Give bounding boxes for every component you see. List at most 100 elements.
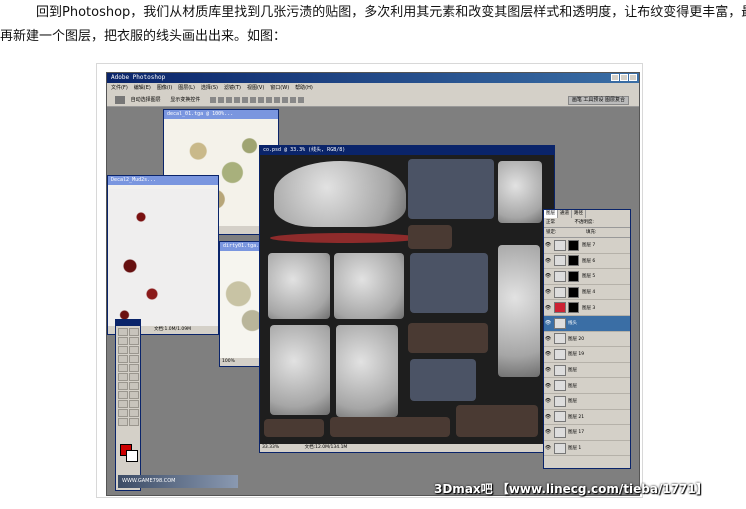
layers-tab[interactable]: 路径 <box>572 210 586 218</box>
align-icon[interactable] <box>233 96 240 103</box>
tool-icon[interactable] <box>129 328 139 336</box>
tool-icon[interactable] <box>129 373 139 381</box>
tool-icon[interactable] <box>129 409 139 417</box>
menu-item[interactable]: 图像(I) <box>157 83 172 93</box>
document-status-bar: 33.33% 文档:12.0M/134.1M <box>260 444 554 452</box>
distribute-icon[interactable] <box>273 96 280 103</box>
tool-icon[interactable] <box>118 364 128 372</box>
tool-icon[interactable] <box>129 418 139 426</box>
layer-mask-thumbnail[interactable] <box>568 239 579 251</box>
layer-row[interactable]: 👁 线头 <box>544 315 630 332</box>
align-icon[interactable] <box>217 96 224 103</box>
eye-icon[interactable]: 👁 <box>544 320 552 326</box>
layer-thumbnail <box>554 426 566 438</box>
layer-mask-thumbnail[interactable] <box>568 302 579 314</box>
tool-icon[interactable] <box>129 346 139 354</box>
layer-row[interactable]: 👁 图层 3 <box>544 300 630 316</box>
eye-icon[interactable]: 👁 <box>544 367 552 373</box>
minimize-button[interactable] <box>611 74 619 81</box>
article-line-1: 回到Photoshop，我们从材质库里找到几张污渍的贴图，多次利用其元素和改变其… <box>36 5 746 20</box>
tool-icon[interactable] <box>118 346 128 354</box>
tool-icon[interactable] <box>118 382 128 390</box>
background-color-swatch[interactable] <box>126 450 138 462</box>
sleeve-piece <box>498 245 540 377</box>
layer-row[interactable]: 👁 图层 <box>544 394 630 410</box>
eye-icon[interactable]: 👁 <box>544 289 552 295</box>
tool-icon[interactable] <box>118 328 128 336</box>
tool-icon[interactable] <box>129 391 139 399</box>
strap-piece <box>330 417 450 437</box>
tool-icon[interactable] <box>118 418 128 426</box>
distribute-icon[interactable] <box>281 96 288 103</box>
cloth-piece <box>498 161 542 223</box>
decal2-canvas[interactable] <box>108 185 218 329</box>
menu-item[interactable]: 文件(F) <box>111 83 128 93</box>
menu-item[interactable]: 窗口(W) <box>270 83 289 93</box>
tool-icon[interactable] <box>118 355 128 363</box>
layer-mask-thumbnail[interactable] <box>568 270 579 282</box>
eye-icon[interactable]: 👁 <box>544 429 552 435</box>
distribute-icon[interactable] <box>265 96 272 103</box>
distribute-icon[interactable] <box>257 96 264 103</box>
tool-icon[interactable] <box>129 337 139 345</box>
tool-icon[interactable] <box>118 391 128 399</box>
eye-icon[interactable]: 👁 <box>544 414 552 420</box>
strap-piece <box>264 419 324 437</box>
eye-icon[interactable]: 👁 <box>544 336 552 342</box>
align-icon[interactable] <box>209 96 216 103</box>
layers-tab[interactable]: 图层 <box>544 210 558 218</box>
main-document-window[interactable]: co.psd @ 33.3% (线头, RGB/8) 33.33% 文档:12.… <box>259 145 555 453</box>
tool-icon[interactable] <box>118 409 128 417</box>
tool-icon[interactable] <box>129 364 139 372</box>
menu-item[interactable]: 帮助(H) <box>295 83 313 93</box>
tool-icon[interactable] <box>118 373 128 381</box>
eye-icon[interactable]: 👁 <box>544 398 552 404</box>
layers-tab[interactable]: 通道 <box>558 210 572 218</box>
layer-row[interactable]: 👁 图层 4 <box>544 285 630 301</box>
layer-row[interactable]: 👁 图层 20 <box>544 332 630 348</box>
auto-select-checkbox[interactable]: 自动选择图层 <box>131 97 161 103</box>
close-button[interactable] <box>629 74 637 81</box>
layer-row[interactable]: 👁 图层 6 <box>544 254 630 270</box>
maximize-button[interactable] <box>620 74 628 81</box>
layer-row[interactable]: 👁 图层 5 <box>544 269 630 285</box>
eye-icon[interactable]: 👁 <box>544 273 552 279</box>
eye-icon[interactable]: 👁 <box>544 258 552 264</box>
align-icon[interactable] <box>225 96 232 103</box>
layer-row[interactable]: 👁 图层 7 <box>544 238 630 254</box>
eye-icon[interactable]: 👁 <box>544 242 552 248</box>
tool-icon[interactable] <box>118 337 128 345</box>
blend-mode-select[interactable]: 正常 <box>546 220 555 225</box>
palette-well[interactable]: 画笔 工具预设 图层复合 <box>567 96 629 105</box>
tool-icon[interactable] <box>129 355 139 363</box>
align-icon[interactable] <box>241 96 248 103</box>
belt-strip <box>270 233 420 243</box>
menu-item[interactable]: 选择(S) <box>201 83 218 93</box>
distribute-icon[interactable] <box>297 96 304 103</box>
tool-icon[interactable] <box>118 400 128 408</box>
menu-item[interactable]: 编辑(E) <box>134 83 151 93</box>
eye-icon[interactable]: 👁 <box>544 445 552 451</box>
distribute-icon[interactable] <box>289 96 296 103</box>
move-tool-icon[interactable] <box>115 95 125 104</box>
tool-icon[interactable] <box>129 382 139 390</box>
layer-mask-thumbnail[interactable] <box>568 286 579 298</box>
layer-row[interactable]: 👁 图层 17 <box>544 425 630 441</box>
eye-icon[interactable]: 👁 <box>544 383 552 389</box>
layer-mask-thumbnail[interactable] <box>568 255 579 267</box>
menu-item[interactable]: 视图(V) <box>247 83 264 93</box>
layer-row[interactable]: 👁 图层 1 <box>544 441 630 457</box>
show-transform-checkbox[interactable]: 显示变换控件 <box>170 97 200 103</box>
tool-icon[interactable] <box>129 400 139 408</box>
decal2-window[interactable]: Decal2_Mud2s... 文档:1.0M/1.09M <box>107 175 219 335</box>
eye-icon[interactable]: 👁 <box>544 305 552 311</box>
layer-row[interactable]: 👁 图层 21 <box>544 410 630 426</box>
layer-row[interactable]: 👁 图层 <box>544 378 630 394</box>
layer-row[interactable]: 👁 图层 <box>544 363 630 379</box>
layer-row[interactable]: 👁 图层 19 <box>544 347 630 363</box>
menu-item[interactable]: 图层(L) <box>178 83 195 93</box>
menu-item[interactable]: 滤镜(T) <box>224 83 241 93</box>
eye-icon[interactable]: 👁 <box>544 351 552 357</box>
uv-texture-canvas[interactable] <box>260 155 554 444</box>
align-icon[interactable] <box>249 96 256 103</box>
